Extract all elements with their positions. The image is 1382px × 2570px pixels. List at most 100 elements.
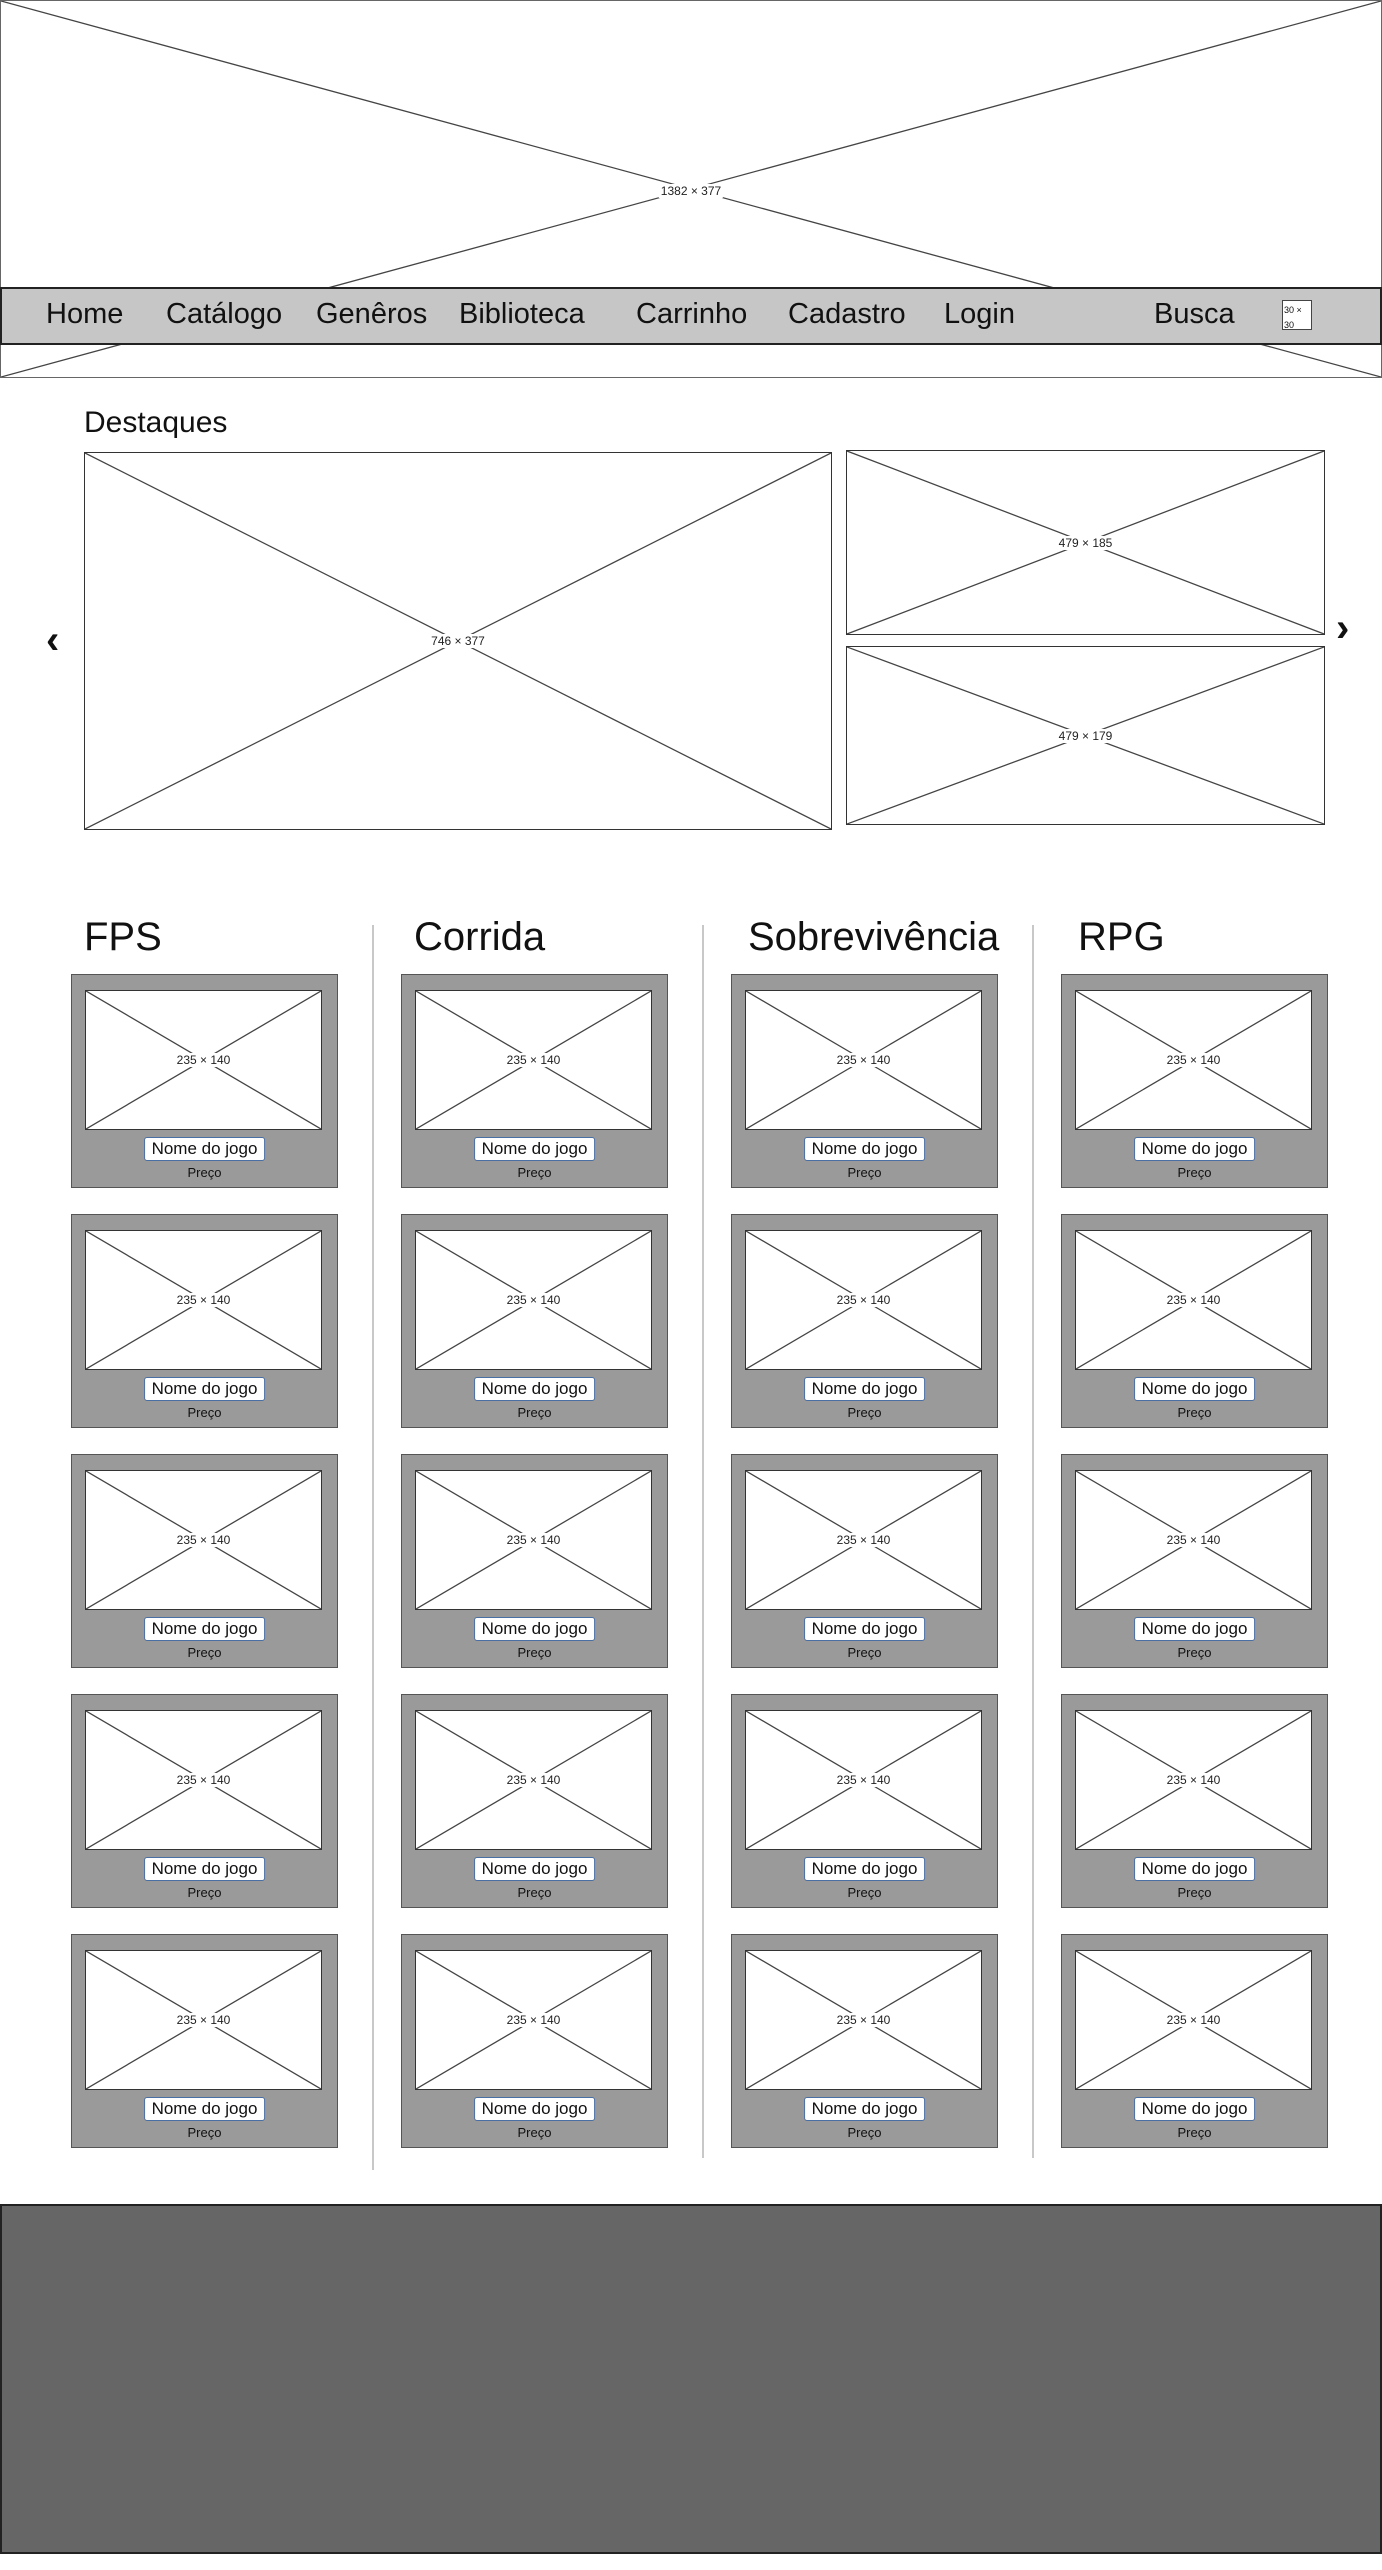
game-card-rpg[interactable]: 235 × 140 Nome do jogo Preço (1061, 974, 1328, 1188)
game-image[interactable]: 235 × 140 (1075, 1230, 1312, 1370)
game-price: Preço (187, 2125, 222, 2140)
nav-cadastro[interactable]: Cadastro (788, 298, 906, 331)
game-image-size-label: 235 × 140 (834, 1053, 893, 1067)
game-price: Preço (1177, 1885, 1212, 1900)
nav-biblioteca[interactable]: Biblioteca (459, 298, 585, 331)
game-price: Preço (187, 1165, 222, 1180)
game-name-button[interactable]: Nome do jogo (803, 2097, 926, 2121)
game-card-sobrevivencia[interactable]: 235 × 140 Nome do jogo Preço (731, 1214, 998, 1428)
game-image[interactable]: 235 × 140 (85, 1710, 322, 1850)
nav-bar: Home Catálogo Genêros Biblioteca Carrinh… (0, 287, 1382, 345)
game-card-sobrevivencia[interactable]: 235 × 140 Nome do jogo Preço (731, 1934, 998, 2148)
game-image-size-label: 235 × 140 (174, 1053, 233, 1067)
game-image-size-label: 235 × 140 (1164, 2013, 1223, 2027)
game-name-button[interactable]: Nome do jogo (143, 1377, 266, 1401)
game-image-size-label: 235 × 140 (1164, 1773, 1223, 1787)
game-name-button[interactable]: Nome do jogo (1133, 1617, 1256, 1641)
game-image[interactable]: 235 × 140 (745, 1710, 982, 1850)
game-image[interactable]: 235 × 140 (85, 1470, 322, 1610)
game-image-size-label: 235 × 140 (834, 2013, 893, 2027)
game-card-fps[interactable]: 235 × 140 Nome do jogo Preço (71, 974, 338, 1188)
cart-icon[interactable]: 30 × 30 (1282, 300, 1312, 330)
game-price: Preço (517, 1885, 552, 1900)
featured-side-image-top[interactable]: 479 × 185 (846, 450, 1325, 635)
game-name-button[interactable]: Nome do jogo (803, 1137, 926, 1161)
game-image[interactable]: 235 × 140 (415, 1470, 652, 1610)
game-card-fps[interactable]: 235 × 140 Nome do jogo Preço (71, 1934, 338, 2148)
column-divider (1032, 925, 1034, 2158)
carousel-prev-button[interactable]: ‹ (46, 620, 59, 660)
game-name-button[interactable]: Nome do jogo (473, 2097, 596, 2121)
game-image[interactable]: 235 × 140 (415, 1230, 652, 1370)
game-image-size-label: 235 × 140 (1164, 1053, 1223, 1067)
game-price: Preço (517, 1405, 552, 1420)
game-card-corrida[interactable]: 235 × 140 Nome do jogo Preço (401, 1214, 668, 1428)
game-image[interactable]: 235 × 140 (415, 990, 652, 1130)
game-card-rpg[interactable]: 235 × 140 Nome do jogo Preço (1061, 1934, 1328, 2148)
game-card-sobrevivencia[interactable]: 235 × 140 Nome do jogo Preço (731, 974, 998, 1188)
search-link[interactable]: Busca (1154, 298, 1235, 331)
game-image[interactable]: 235 × 140 (415, 1950, 652, 2090)
nav-carrinho[interactable]: Carrinho (636, 298, 747, 331)
game-image[interactable]: 235 × 140 (745, 1950, 982, 2090)
featured-side-image-bottom[interactable]: 479 × 179 (846, 646, 1325, 825)
game-name-button[interactable]: Nome do jogo (1133, 2097, 1256, 2121)
game-card-rpg[interactable]: 235 × 140 Nome do jogo Preço (1061, 1454, 1328, 1668)
game-image[interactable]: 235 × 140 (1075, 1950, 1312, 2090)
game-price: Preço (187, 1405, 222, 1420)
game-card-sobrevivencia[interactable]: 235 × 140 Nome do jogo Preço (731, 1694, 998, 1908)
featured-side-top-size-label: 479 × 185 (1056, 535, 1115, 550)
game-card-corrida[interactable]: 235 × 140 Nome do jogo Preço (401, 974, 668, 1188)
featured-main-image[interactable]: 746 × 377 (84, 452, 832, 830)
column-divider (702, 925, 704, 2158)
featured-side-bottom-size-label: 479 × 179 (1056, 728, 1115, 743)
game-name-button[interactable]: Nome do jogo (803, 1617, 926, 1641)
game-name-button[interactable]: Nome do jogo (1133, 1857, 1256, 1881)
carousel-next-button[interactable]: › (1336, 608, 1349, 648)
game-name-button[interactable]: Nome do jogo (803, 1377, 926, 1401)
game-image-size-label: 235 × 140 (174, 1533, 233, 1547)
game-image[interactable]: 235 × 140 (1075, 1710, 1312, 1850)
game-image[interactable]: 235 × 140 (745, 1230, 982, 1370)
game-image[interactable]: 235 × 140 (85, 1950, 322, 2090)
game-name-button[interactable]: Nome do jogo (143, 1857, 266, 1881)
game-card-fps[interactable]: 235 × 140 Nome do jogo Preço (71, 1214, 338, 1428)
game-price: Preço (847, 1165, 882, 1180)
nav-generos[interactable]: Genêros (316, 298, 427, 331)
game-card-sobrevivencia[interactable]: 235 × 140 Nome do jogo Preço (731, 1454, 998, 1668)
game-image-size-label: 235 × 140 (174, 1293, 233, 1307)
game-price: Preço (517, 1165, 552, 1180)
game-card-rpg[interactable]: 235 × 140 Nome do jogo Preço (1061, 1214, 1328, 1428)
game-image[interactable]: 235 × 140 (745, 990, 982, 1130)
game-card-corrida[interactable]: 235 × 140 Nome do jogo Preço (401, 1934, 668, 2148)
game-name-button[interactable]: Nome do jogo (143, 2097, 266, 2121)
genre-title-corrida: Corrida (414, 915, 546, 959)
game-name-button[interactable]: Nome do jogo (473, 1617, 596, 1641)
game-name-button[interactable]: Nome do jogo (803, 1857, 926, 1881)
game-name-button[interactable]: Nome do jogo (143, 1617, 266, 1641)
game-name-button[interactable]: Nome do jogo (473, 1857, 596, 1881)
game-image[interactable]: 235 × 140 (415, 1710, 652, 1850)
game-card-rpg[interactable]: 235 × 140 Nome do jogo Preço (1061, 1694, 1328, 1908)
game-name-button[interactable]: Nome do jogo (1133, 1377, 1256, 1401)
game-image-size-label: 235 × 140 (1164, 1293, 1223, 1307)
game-name-button[interactable]: Nome do jogo (1133, 1137, 1256, 1161)
nav-home[interactable]: Home (46, 298, 123, 331)
game-image[interactable]: 235 × 140 (85, 1230, 322, 1370)
game-image[interactable]: 235 × 140 (1075, 990, 1312, 1130)
game-image[interactable]: 235 × 140 (85, 990, 322, 1130)
game-name-button[interactable]: Nome do jogo (143, 1137, 266, 1161)
genre-title-fps: FPS (84, 915, 162, 959)
game-price: Preço (517, 2125, 552, 2140)
game-price: Preço (847, 1885, 882, 1900)
game-card-corrida[interactable]: 235 × 140 Nome do jogo Preço (401, 1454, 668, 1668)
game-card-fps[interactable]: 235 × 140 Nome do jogo Preço (71, 1694, 338, 1908)
game-card-fps[interactable]: 235 × 140 Nome do jogo Preço (71, 1454, 338, 1668)
game-name-button[interactable]: Nome do jogo (473, 1137, 596, 1161)
game-image[interactable]: 235 × 140 (1075, 1470, 1312, 1610)
nav-login[interactable]: Login (944, 298, 1015, 331)
game-image[interactable]: 235 × 140 (745, 1470, 982, 1610)
nav-catalogo[interactable]: Catálogo (166, 298, 282, 331)
game-card-corrida[interactable]: 235 × 140 Nome do jogo Preço (401, 1694, 668, 1908)
game-name-button[interactable]: Nome do jogo (473, 1377, 596, 1401)
